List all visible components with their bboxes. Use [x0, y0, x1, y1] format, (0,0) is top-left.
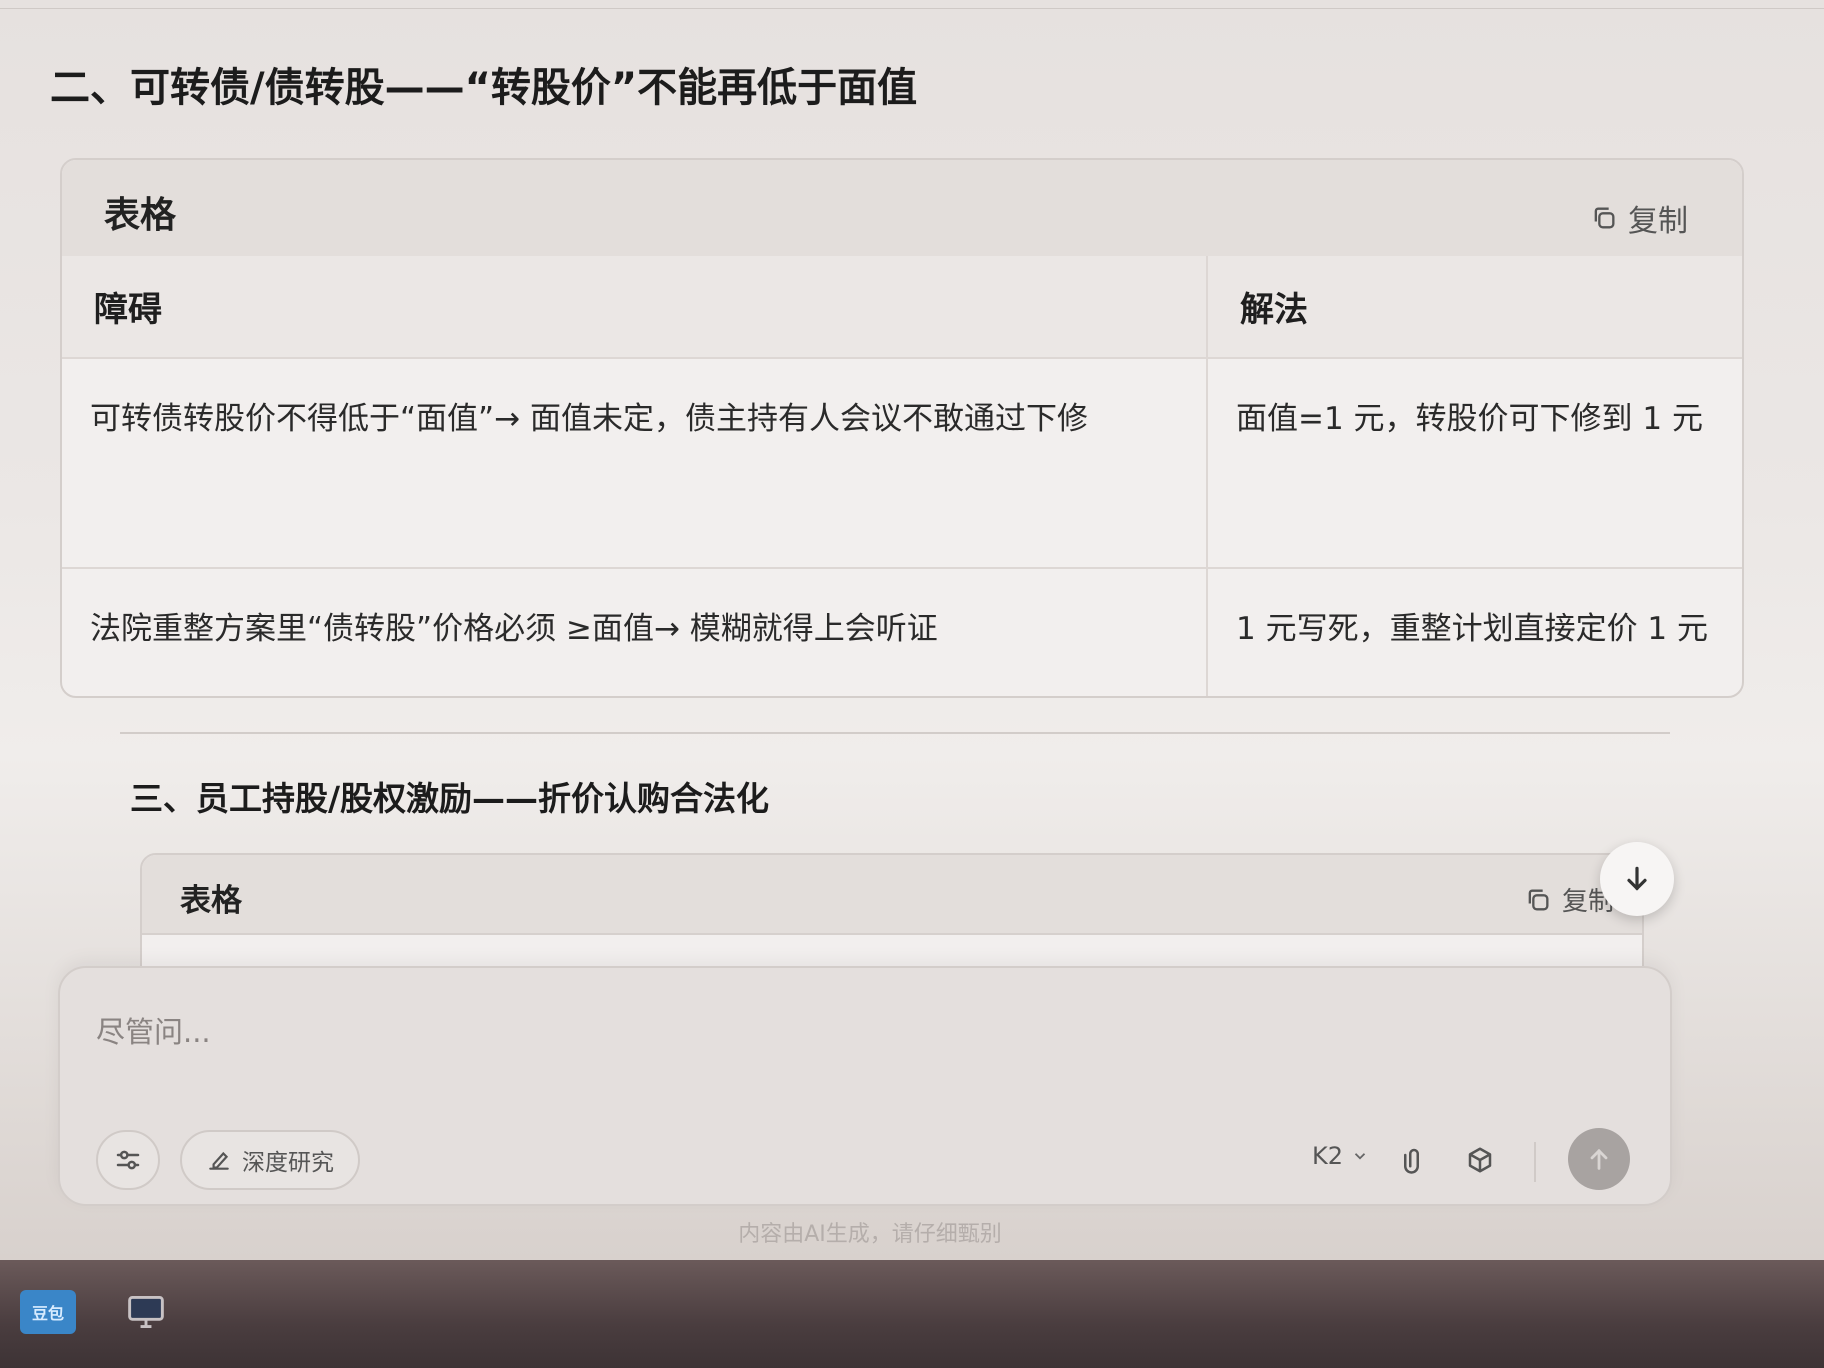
- copy-icon: [1594, 207, 1615, 229]
- cell-text: 面值=1 元，转股价可下修到 1 元: [1236, 401, 1703, 437]
- model-label: K2: [1312, 1142, 1344, 1170]
- table-cell: 1 元写死，重整计划直接定价 1 元: [1207, 568, 1742, 696]
- table-card-label: 表格: [104, 195, 177, 236]
- column-header: 解法: [1207, 256, 1742, 359]
- table-row: 法院重整方案里“债转股”价格必须 ≥面值→ 模糊就得上会听证 1 元写死，重整计…: [62, 568, 1742, 696]
- scroll-to-bottom-button[interactable]: [1600, 842, 1674, 916]
- data-table: 障碍 解法 可转债转股价不得低于“面值”→ 面值未定，债主持有人会议不敢通过下修…: [62, 256, 1742, 696]
- taskbar-app-label: 豆包: [31, 1304, 64, 1323]
- table-card: 表格 复制 障碍 解法 可转债转股价不得低于“面值”→ 面值未定，债主持有人会议…: [60, 158, 1744, 698]
- pen-icon: [209, 1151, 229, 1170]
- message-input[interactable]: [94, 996, 1598, 1068]
- cell-text: 法院重整方案里“债转股”价格必须 ≥面值→ 模糊就得上会听证: [90, 611, 938, 647]
- chat-screen: 二、可转债/债转股——“转股价”不能再低于面值 表格 复制 障碍 解法 可转债转…: [0, 0, 1824, 1260]
- table-cell: 法院重整方案里“债转股”价格必须 ≥面值→ 模糊就得上会听证: [62, 568, 1208, 696]
- tools-settings-button[interactable]: [96, 1130, 160, 1190]
- copy-icon: [1528, 889, 1549, 910]
- arrow-down-icon: [1627, 866, 1647, 891]
- section-title: 二、可转债/债转股——“转股价”不能再低于面值: [50, 65, 918, 111]
- deep-research-button[interactable]: 深度研究: [180, 1130, 360, 1190]
- cube-button[interactable]: [1460, 1140, 1500, 1180]
- message-composer: 深度研究 K2: [58, 966, 1672, 1206]
- paperclip-icon: [1404, 1148, 1419, 1174]
- taskbar-app[interactable]: [118, 1290, 174, 1334]
- divider: [1534, 1142, 1536, 1182]
- computer-icon: [128, 1296, 164, 1328]
- table-cell: 可转债转股价不得低于“面值”→ 面值未定，债主持有人会议不敢通过下修: [62, 358, 1208, 569]
- cell-text: 1 元写死，重整计划直接定价 1 元: [1236, 611, 1709, 647]
- chevron-down-icon: [1354, 1153, 1366, 1160]
- taskbar: 豆包: [0, 1260, 1824, 1368]
- deep-research-label: 深度研究: [242, 1150, 334, 1176]
- table-card-label: 表格: [180, 883, 242, 919]
- column-header: 障碍: [62, 256, 1208, 359]
- table-card-header: 表格 复制: [142, 855, 1642, 935]
- send-button[interactable]: [1568, 1128, 1630, 1190]
- sliders-icon: [116, 1150, 140, 1170]
- copy-label: 复制: [1628, 204, 1688, 239]
- copy-button[interactable]: 复制: [1590, 196, 1688, 240]
- attach-button[interactable]: [1394, 1140, 1434, 1180]
- model-selector[interactable]: K2: [1312, 1142, 1369, 1170]
- divider: [120, 732, 1670, 734]
- cube-icon: [1468, 1147, 1492, 1173]
- section-title: 三、员工持股/股权激励——折价认购合法化: [130, 779, 770, 818]
- table-card-header: 表格 复制: [62, 160, 1742, 258]
- divider: [0, 8, 1824, 9]
- table-row: 可转债转股价不得低于“面值”→ 面值未定，债主持有人会议不敢通过下修 面值=1 …: [62, 358, 1742, 569]
- table-cell: 面值=1 元，转股价可下修到 1 元: [1207, 358, 1742, 569]
- cell-text: 可转债转股价不得低于“面值”→ 面值未定，债主持有人会议不敢通过下修: [90, 401, 1088, 437]
- table-header-row: 障碍 解法: [62, 256, 1742, 359]
- arrow-up-icon: [1590, 1148, 1608, 1170]
- ai-disclaimer: 内容由AI生成，请仔细甄别: [738, 1222, 1002, 1247]
- taskbar-app[interactable]: 豆包: [20, 1290, 76, 1334]
